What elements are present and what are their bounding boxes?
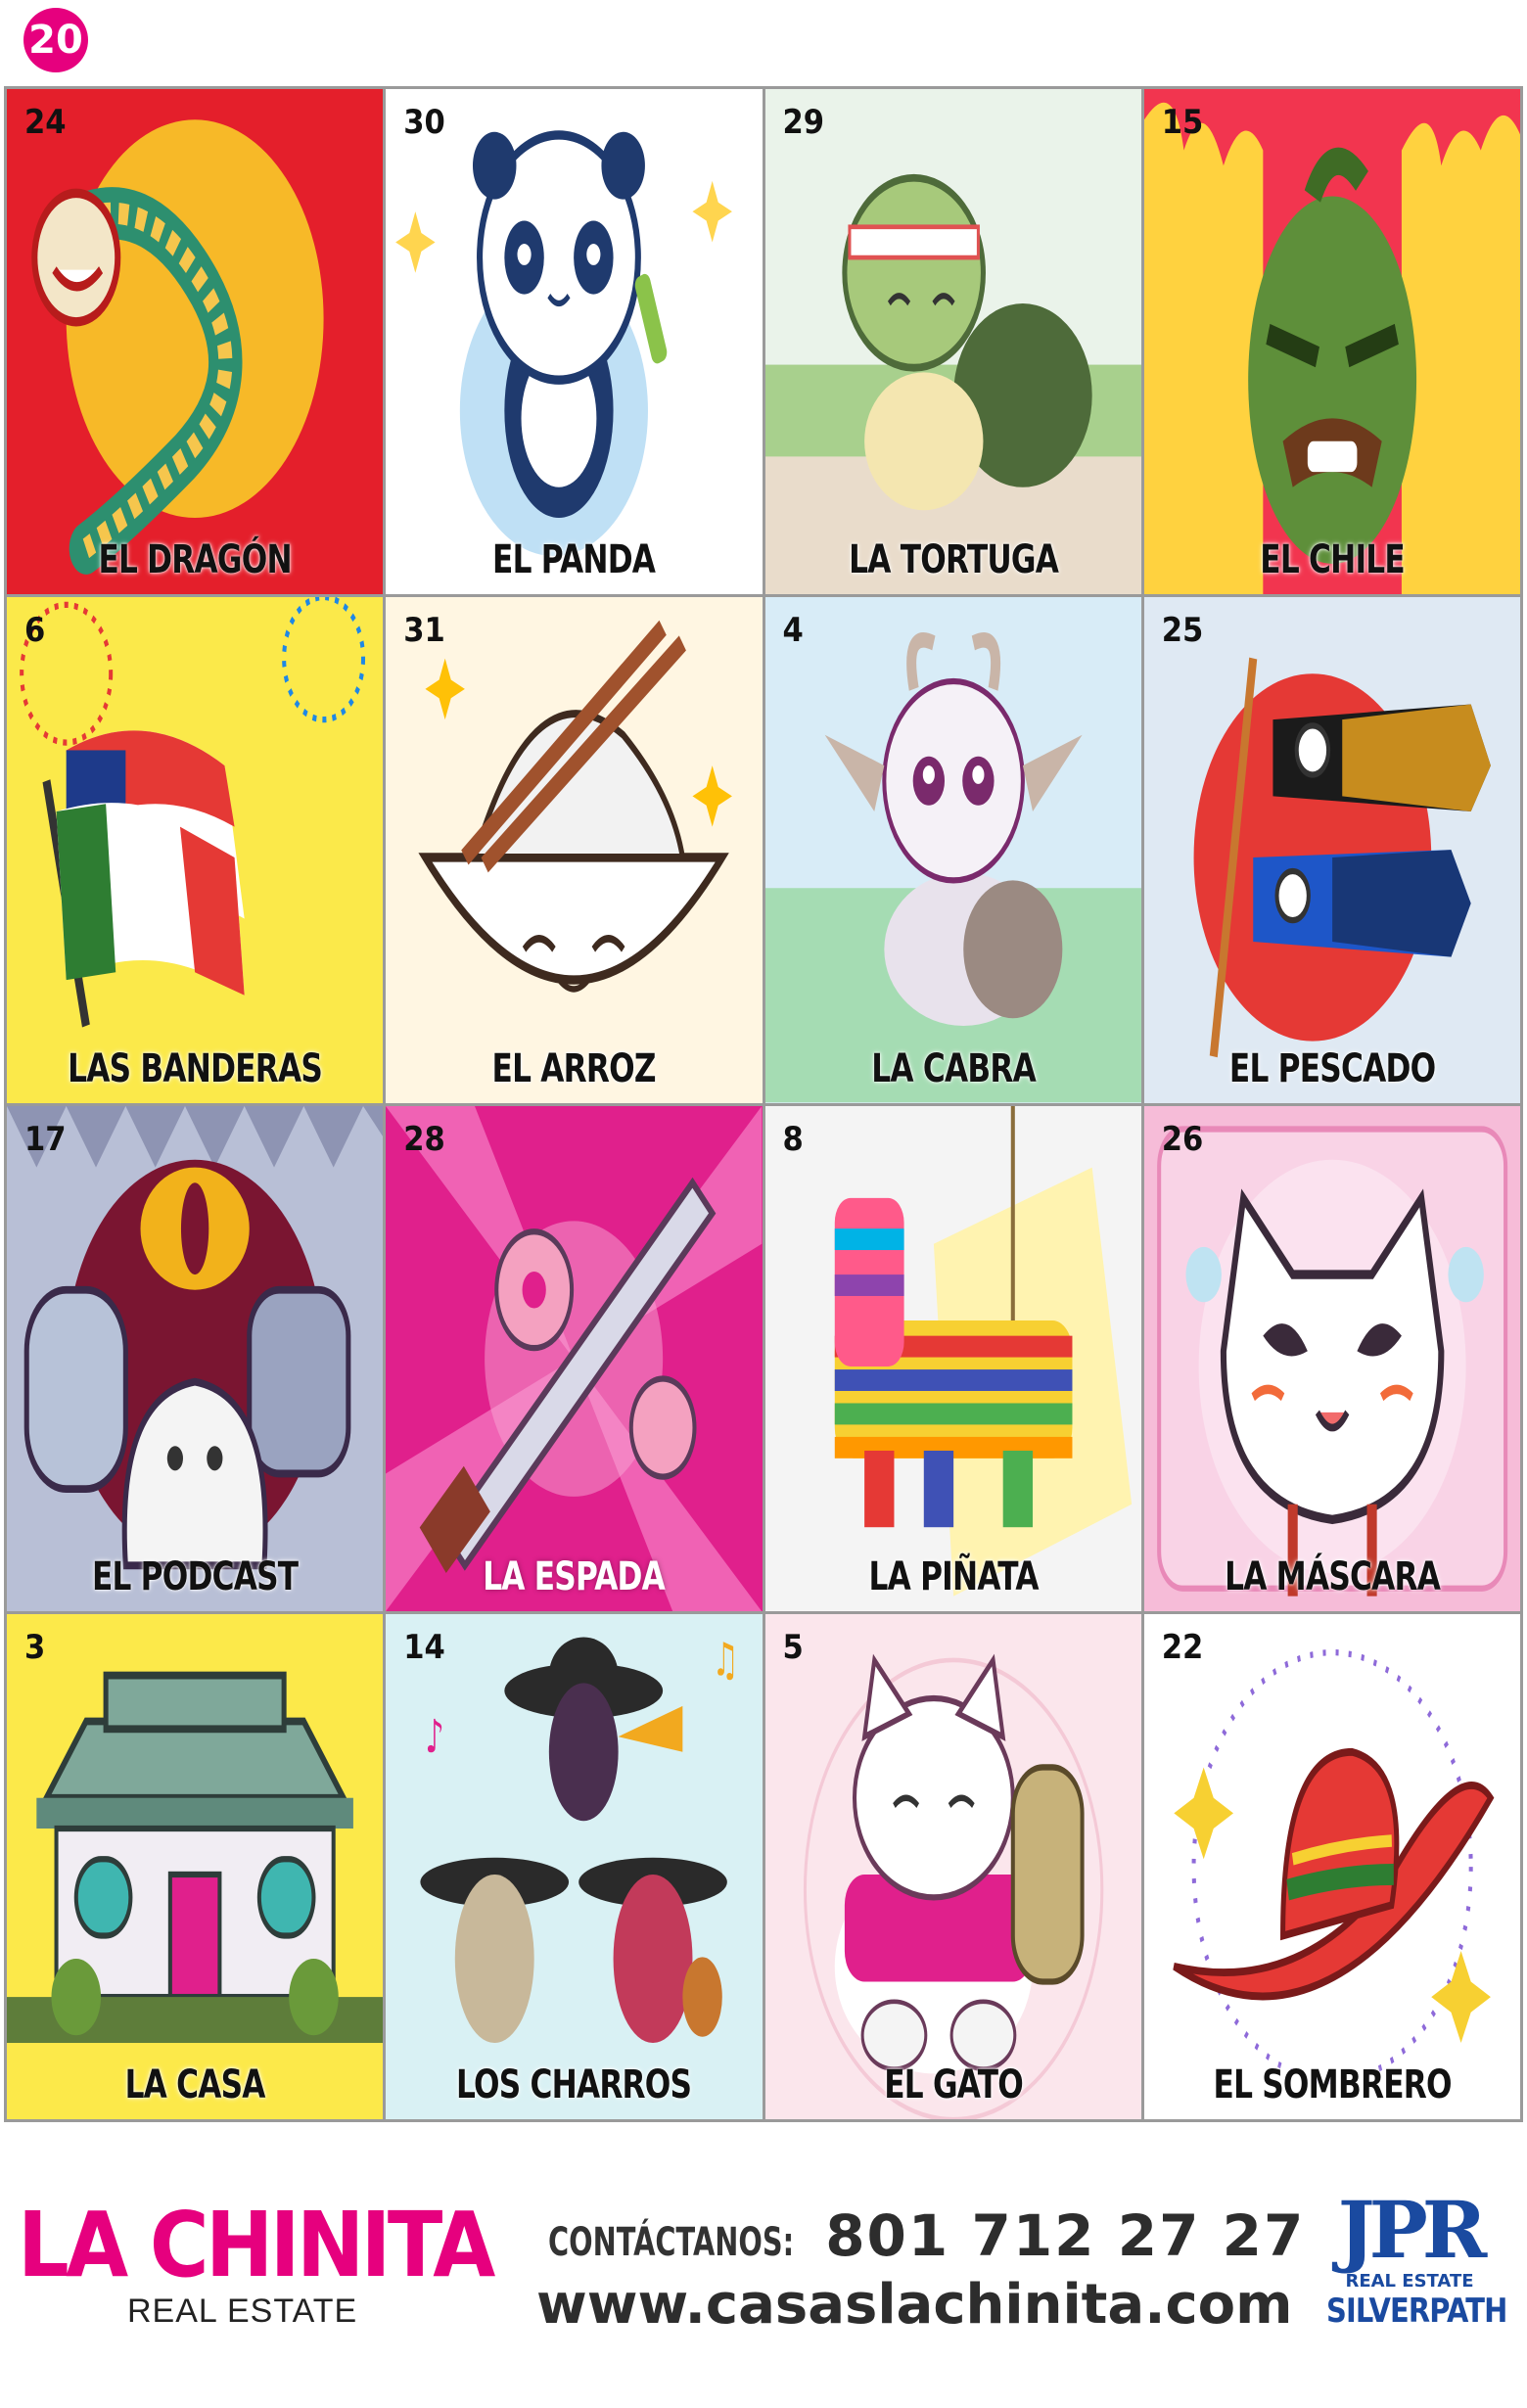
card-number: 5 (782, 1627, 804, 1667)
contact-block: CONTÁCTANOS: 801 712 27 27 www.casaslach… (536, 2202, 1303, 2337)
card-las-banderas: 6 LAS BANDERAS (7, 597, 384, 1103)
card-name: LAS BANDERAS (68, 1045, 323, 1091)
board-number-badge: 20 (23, 8, 88, 72)
card-la-casa: 3 LA CASA (7, 1613, 384, 2119)
card-el-panda: 30 EL PANDA (386, 89, 763, 595)
fish-kite-illustration (1143, 597, 1520, 1103)
partner-logo-mark: JPR (1337, 2184, 1488, 2276)
svg-text:♪: ♪ (426, 1710, 444, 1764)
card-el-podcast: 17 EL PODCAST (7, 1105, 384, 1611)
card-name: EL PANDA (492, 537, 656, 583)
card-name: EL GATO (883, 2062, 1024, 2107)
card-los-charros: ♫ ♪ 14 LOS CHARROS (386, 1613, 763, 2119)
card-number: 31 (403, 611, 445, 651)
charro-beans-illustration: ♫ ♪ (386, 1613, 763, 2119)
dragon-illustration (7, 89, 384, 595)
card-number: 4 (782, 611, 804, 651)
brand-subtitle: REAL ESTATE (127, 2292, 358, 2330)
card-la-espada: 28 LA ESPADA (386, 1105, 763, 1611)
card-el-dragon: 24 EL DRAGÓN (7, 89, 384, 595)
card-number: 22 (1161, 1627, 1204, 1667)
sword-illustration (386, 1105, 763, 1611)
la-chinita-logo: LA CHINITA REAL ESTATE (18, 2193, 495, 2331)
goat-illustration (764, 597, 1141, 1103)
card-number: 6 (24, 611, 46, 651)
card-number: 15 (1161, 103, 1204, 142)
panda-illustration (386, 89, 763, 595)
card-name: LA MÁSCARA (1224, 1553, 1441, 1599)
brand-name: LA CHINITA (18, 2193, 495, 2297)
card-el-pescado: 25 EL PESCADO (1143, 597, 1520, 1103)
card-name: EL DRAGÓN (98, 537, 292, 583)
card-number: 30 (403, 103, 445, 142)
footer: LA CHINITA REAL ESTATE CONTÁCTANOS: 801 … (0, 2122, 1527, 2408)
contact-phone: 801 712 27 27 (825, 2202, 1306, 2269)
card-name: EL PESCADO (1228, 1045, 1436, 1091)
card-name: EL CHILE (1260, 537, 1405, 583)
card-la-cabra: 4 LA CABRA (764, 597, 1141, 1103)
card-number: 8 (782, 1119, 804, 1159)
card-name: EL ARROZ (491, 1045, 657, 1091)
card-name: LA CASA (124, 2062, 266, 2107)
board-number: 20 (28, 18, 83, 63)
turtle-illustration (764, 89, 1141, 595)
contact-website: www.casaslachinita.com (536, 2273, 1293, 2337)
card-number: 29 (782, 103, 825, 142)
partner-name: SILVERPATH (1326, 2292, 1507, 2331)
card-name: LA ESPADA (483, 1553, 666, 1599)
house-illustration (7, 1613, 384, 2119)
svg-text:♫: ♫ (713, 1634, 739, 1688)
rice-illustration (386, 597, 763, 1103)
contact-label: CONTÁCTANOS: (548, 2220, 795, 2265)
card-name: EL SOMBRERO (1213, 2062, 1452, 2107)
card-number: 3 (24, 1627, 46, 1667)
card-name: LA PIÑATA (868, 1553, 1039, 1599)
kitsune-mask-illustration (1143, 1105, 1520, 1611)
chile-illustration (1143, 89, 1520, 595)
card-el-gato: 5 EL GATO (764, 1613, 1141, 2119)
silverpath-logo: JPR REAL ESTATE SILVERPATH (1312, 2191, 1507, 2331)
sombrero-illustration (1143, 1613, 1520, 2119)
flags-illustration (7, 597, 384, 1103)
card-el-chile: 15 EL CHILE (1143, 89, 1520, 595)
card-la-tortuga: 29 LA TORTUGA (764, 89, 1141, 595)
loteria-board: 24 EL DRAGÓN 30 EL PANDA 29 LA TORTUGA 1… (4, 86, 1523, 2122)
card-la-pinata: 8 LA PIÑATA (764, 1105, 1141, 1611)
card-number: 17 (24, 1119, 67, 1159)
podcast-monsters-illustration (7, 1105, 384, 1611)
card-number: 14 (403, 1627, 445, 1667)
card-number: 24 (24, 103, 67, 142)
card-el-sombrero: 22 EL SOMBRERO (1143, 1613, 1520, 2119)
card-la-mascara: 26 LA MÁSCARA (1143, 1105, 1520, 1611)
card-name: LA TORTUGA (848, 537, 1059, 583)
card-number: 25 (1161, 611, 1204, 651)
card-name: EL PODCAST (91, 1553, 299, 1599)
card-name: LOS CHARROS (456, 2062, 692, 2107)
lucky-cat-illustration (764, 1613, 1141, 2119)
card-number: 26 (1161, 1119, 1204, 1159)
card-number: 28 (403, 1119, 445, 1159)
card-el-arroz: 31 EL ARROZ (386, 597, 763, 1103)
card-name: LA CABRA (870, 1045, 1036, 1091)
pinata-illustration (764, 1105, 1141, 1611)
